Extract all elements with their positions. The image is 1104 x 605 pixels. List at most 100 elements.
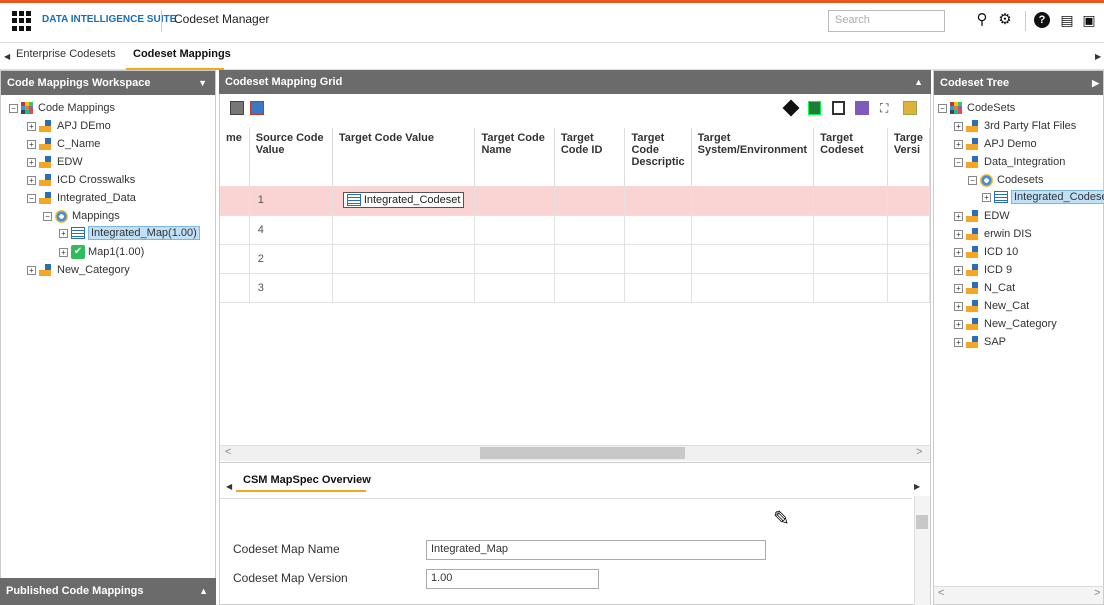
tree-item-c-name[interactable]: + C_Name	[27, 135, 100, 153]
tree-item-apj-demo[interactable]: + APJ Demo	[954, 135, 1037, 153]
scroll-left-icon[interactable]: <	[938, 587, 944, 599]
codeset-tree-panel: Codeset Tree ▶ − CodeSets +3rd Party Flat …	[933, 70, 1104, 605]
table-row[interactable]: 4	[220, 215, 931, 245]
tree-item-sap[interactable]: + SAP	[954, 333, 1006, 351]
chevron-up-icon[interactable]: ▲	[914, 70, 923, 94]
tree-item-icd-10[interactable]: + ICD 10	[954, 243, 1018, 261]
expand-icon[interactable]: ⛶	[880, 101, 888, 116]
vertical-scrollbar-thumb[interactable]	[916, 515, 928, 529]
target-code-cell[interactable]: Integrated_Codeset	[332, 186, 476, 216]
chevron-right-icon[interactable]: ▶	[1092, 71, 1099, 95]
report-icon[interactable]	[903, 101, 917, 115]
column-header[interactable]: Source Code Value	[249, 128, 333, 186]
chevron-up-icon[interactable]: ▲	[199, 578, 208, 605]
column-header[interactable]: Target Code Name	[474, 128, 555, 186]
validate-icon[interactable]	[855, 101, 869, 115]
excel-icon[interactable]	[808, 101, 821, 115]
tree-item-apj-demo[interactable]: + APJ DEmo	[27, 117, 111, 135]
tree-root-icon	[950, 101, 963, 115]
overview-tab-indicator	[236, 490, 366, 492]
column-header[interactable]: Target Code ID	[554, 128, 626, 186]
table-icon	[71, 227, 85, 240]
codeset-map-name-label: Codeset Map Name	[233, 542, 340, 556]
tree-item-integrated-data[interactable]: − Integrated_Data	[27, 189, 136, 207]
tree-item-integrated-codeset[interactable]: + Integrated_Codese	[982, 188, 1104, 206]
overview-scroll-left-icon[interactable]: ◀	[226, 482, 232, 491]
app-title: Codeset Manager	[174, 12, 270, 26]
search-icon[interactable]: ⚲	[973, 10, 991, 30]
tab-codeset-mappings[interactable]: Codeset Mappings	[133, 48, 231, 60]
tree-item-n-cat[interactable]: + N_Cat	[954, 279, 1015, 297]
source-code-cell[interactable]: 4	[249, 215, 333, 245]
tree-item-icd-crosswalks[interactable]: + ICD Crosswalks	[27, 171, 135, 189]
tab-scroll-right-icon[interactable]: ▶	[1095, 52, 1101, 61]
code-mappings-workspace-panel: Code Mappings Workspace ▼ − Code Mappings …	[0, 70, 216, 605]
codeset-map-name-field[interactable]: Integrated_Map	[426, 540, 766, 560]
app-launcher-icon[interactable]	[12, 11, 32, 31]
category-icon	[966, 300, 980, 313]
tree-item-mappings[interactable]: − Mappings	[43, 207, 120, 225]
tree-item-3rd-party-flat-files[interactable]: +3rd Party Flat Files	[954, 117, 1076, 135]
tab-enterprise-codesets[interactable]: Enterprise Codesets	[16, 48, 116, 60]
column-header[interactable]: Target Code Value	[332, 128, 476, 186]
tree-item-code-mappings[interactable]: − Code Mappings	[9, 99, 115, 117]
table-row[interactable]: 1 Integrated_Codeset	[220, 186, 931, 216]
scroll-right-icon[interactable]: >	[1094, 587, 1100, 599]
edit-icon[interactable]: ✎	[773, 508, 793, 530]
table-row[interactable]: 2	[220, 244, 931, 274]
overview-scroll-right-icon[interactable]: ▶	[914, 482, 920, 491]
chevron-down-icon[interactable]: ▼	[198, 71, 207, 95]
tree-item-new-cat[interactable]: + New_Cat	[954, 297, 1029, 315]
tree-item-codesets[interactable]: − Codesets	[968, 171, 1043, 189]
suite-logo-text: DATA INTELLIGENCE SUITE	[42, 14, 177, 25]
source-code-cell[interactable]: 3	[249, 273, 333, 303]
table-row[interactable]: 3	[220, 273, 931, 303]
tree-item-map1[interactable]: + ✔ Map1(1.00)	[59, 243, 144, 261]
scroll-right-icon[interactable]: >	[916, 446, 922, 458]
vertical-scrollbar[interactable]	[914, 496, 930, 605]
tree-item-new-category[interactable]: + New_Category	[27, 261, 130, 279]
source-code-cell[interactable]: 2	[249, 244, 333, 274]
overview-divider	[220, 498, 912, 499]
published-code-mappings-header[interactable]: Published Code Mappings ▲	[0, 578, 216, 605]
tree-item-data-integration[interactable]: − Data_Integration	[954, 153, 1065, 171]
category-icon	[966, 336, 980, 349]
tree-item-edw[interactable]: + EDW	[27, 153, 83, 171]
tab-scroll-left-icon[interactable]: ◀	[4, 52, 10, 61]
source-code-cell[interactable]: 1	[249, 186, 333, 216]
scroll-left-icon[interactable]: <	[225, 446, 231, 458]
column-header[interactable]: Target Codeset	[813, 128, 888, 186]
save-icon[interactable]	[832, 101, 845, 115]
codeset-map-version-field[interactable]: 1.00	[426, 569, 599, 589]
tree-item-icd-9[interactable]: + ICD 9	[954, 261, 1012, 279]
tab-csm-mapspec-overview[interactable]: CSM MapSpec Overview	[243, 474, 371, 486]
column-header[interactable]: Targe Versi	[887, 128, 931, 186]
tree-root-icon	[21, 101, 34, 115]
map-grid-icon[interactable]	[250, 101, 264, 115]
search-input[interactable]: Search	[828, 10, 945, 32]
column-header[interactable]: Target Code Descriptic	[624, 128, 692, 186]
gear-icon[interactable]: ⚙	[996, 10, 1014, 30]
document-icon[interactable]: ▤	[1058, 10, 1076, 30]
tree-item-edw[interactable]: + EDW	[954, 207, 1010, 225]
category-icon	[39, 192, 53, 205]
user-icon[interactable]: ▣	[1080, 10, 1098, 30]
category-icon	[966, 264, 980, 277]
header-divider	[161, 10, 162, 32]
tree-item-integrated-map[interactable]: + Integrated_Map(1.00)	[59, 224, 200, 242]
edit-grid-icon[interactable]	[230, 101, 244, 115]
category-icon	[966, 318, 980, 331]
category-icon	[39, 264, 53, 277]
tree-item-erwin-dis[interactable]: + erwin DIS	[954, 225, 1032, 243]
category-icon	[39, 174, 53, 187]
right-horizontal-scrollbar[interactable]	[934, 586, 1103, 604]
check-icon: ✔	[71, 245, 85, 260]
scrollbar-thumb[interactable]	[480, 447, 685, 459]
tree-item-new-category[interactable]: + New_Category	[954, 315, 1057, 333]
help-icon[interactable]: ?	[1034, 12, 1050, 28]
mapping-grid-table: me Source Code Value Target Code Value T…	[220, 128, 931, 303]
tree-item-codesets-root[interactable]: − CodeSets	[938, 99, 1015, 117]
column-header[interactable]: Target System/Environment	[691, 128, 815, 186]
column-header[interactable]: me	[220, 128, 250, 186]
workspace-panel-title: Code Mappings Workspace	[7, 77, 151, 89]
